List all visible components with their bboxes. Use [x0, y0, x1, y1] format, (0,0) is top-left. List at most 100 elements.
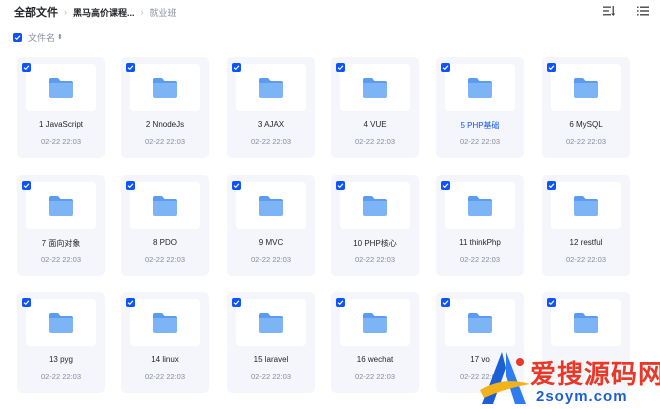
sort-bar: 文件名 ⬍ — [13, 31, 63, 43]
watermark-text-cn: 爱搜源码网 — [530, 359, 660, 389]
folder-thumbnail — [340, 64, 410, 111]
folder-thumbnail — [26, 64, 96, 111]
folder-icon — [363, 195, 387, 216]
folder-card[interactable]: 8 PDO 02-22 22:03 — [121, 175, 209, 276]
folder-modified-time: 02-22 22:03 — [144, 255, 186, 264]
folder-checkbox[interactable] — [22, 181, 31, 190]
folder-card[interactable]: 7 面向对象 02-22 22:03 — [17, 175, 105, 276]
folder-checkbox[interactable] — [547, 181, 556, 190]
folder-thumbnail — [551, 182, 621, 229]
folder-icon — [574, 195, 598, 216]
check-icon — [442, 65, 449, 71]
folder-modified-time: 02-22 22:03 — [459, 255, 501, 264]
folder-card[interactable]: 11 thinkPhp 02-22 22:03 — [436, 175, 524, 276]
folder-checkbox[interactable] — [126, 63, 135, 72]
folder-thumbnail — [340, 299, 410, 346]
folder-checkbox[interactable] — [232, 298, 241, 307]
folder-modified-time: 02-22 22:03 — [40, 255, 82, 264]
check-icon — [548, 65, 555, 71]
select-all-checkbox[interactable] — [13, 32, 22, 42]
folder-modified-time: 02-22 22:03 — [250, 137, 292, 146]
folder-card[interactable]: 1 JavaScript 02-22 22:03 — [17, 57, 105, 158]
folder-modified-time: 02-22 22:03 — [459, 137, 501, 146]
folder-thumbnail — [551, 64, 621, 111]
check-icon — [442, 183, 449, 189]
folder-checkbox[interactable] — [22, 63, 31, 72]
folder-checkbox[interactable] — [547, 298, 556, 307]
check-icon — [23, 65, 30, 71]
folder-card[interactable]: 3 AJAX 02-22 22:03 — [227, 57, 315, 158]
folder-icon — [259, 312, 283, 333]
breadcrumb-root[interactable]: 全部文件 — [14, 4, 58, 20]
folder-icon — [49, 195, 73, 216]
folder-thumbnail — [445, 182, 515, 229]
check-icon — [233, 65, 240, 71]
folder-checkbox[interactable] — [22, 298, 31, 307]
folder-thumbnail — [551, 299, 621, 346]
folder-thumbnail — [130, 182, 200, 229]
folder-modified-time: 02-22 22:03 — [250, 372, 292, 381]
breadcrumb-current: 就业班 — [149, 7, 177, 18]
folder-icon — [49, 312, 73, 333]
folder-modified-time: 02-22 22:03 — [354, 372, 396, 381]
watermark-text-en: 2soym.com — [536, 388, 628, 405]
folder-checkbox[interactable] — [232, 181, 241, 190]
sort-icon[interactable] — [603, 5, 615, 17]
check-icon — [14, 34, 21, 40]
folder-card[interactable]: 2 NnodeJs 02-22 22:03 — [121, 57, 209, 158]
folder-icon — [574, 312, 598, 333]
folder-modified-time: 02-22 22:03 — [565, 255, 607, 264]
folder-name: 1 JavaScript — [38, 120, 84, 129]
check-icon — [337, 65, 344, 71]
folder-checkbox[interactable] — [126, 181, 135, 190]
folder-card[interactable]: 15 laravel 02-22 22:03 — [227, 292, 315, 393]
folder-thumbnail — [236, 299, 306, 346]
folder-thumbnail — [445, 64, 515, 111]
sort-arrow-icon[interactable]: ⬍ — [57, 33, 63, 41]
folder-card[interactable]: 9 MVC 02-22 22:03 — [227, 175, 315, 276]
folder-checkbox[interactable] — [336, 298, 345, 307]
folder-modified-time: 02-22 22:03 — [250, 255, 292, 264]
folder-checkbox[interactable] — [336, 181, 345, 190]
folder-name: 8 PDO — [152, 238, 177, 247]
folder-card[interactable]: 12 restful 02-22 22:03 — [542, 175, 630, 276]
folder-name: 6 MySQL — [569, 120, 603, 129]
folder-card[interactable]: 5 PHP基础 02-22 22:03 — [436, 57, 524, 158]
folder-icon — [574, 77, 598, 98]
breadcrumb-middle[interactable]: 黑马高价课程... — [73, 6, 135, 19]
folder-card[interactable]: 13 pyg 02-22 22:03 — [17, 292, 105, 393]
check-icon — [23, 183, 30, 189]
folder-checkbox[interactable] — [441, 298, 450, 307]
folder-card[interactable]: 16 wechat 02-22 22:03 — [331, 292, 419, 393]
watermark-emblem-icon — [480, 352, 530, 404]
list-view-icon[interactable] — [637, 5, 649, 17]
folder-name: 7 面向对象 — [41, 239, 81, 248]
folder-card[interactable]: 14 linux 02-22 22:03 — [121, 292, 209, 393]
folder-name: 14 linux — [151, 355, 179, 364]
folder-icon — [468, 77, 492, 98]
folder-checkbox[interactable] — [441, 63, 450, 72]
folder-checkbox[interactable] — [547, 63, 556, 72]
folder-card[interactable]: 10 PHP核心 02-22 22:03 — [331, 175, 419, 276]
folder-name: 11 thinkPhp — [459, 238, 501, 247]
folder-thumbnail — [26, 182, 96, 229]
check-icon — [127, 300, 134, 306]
check-icon — [127, 65, 134, 71]
folder-checkbox[interactable] — [441, 181, 450, 190]
folder-checkbox[interactable] — [126, 298, 135, 307]
folder-card[interactable]: 4 VUE 02-22 22:03 — [331, 57, 419, 158]
sort-by-name-label[interactable]: 文件名 — [28, 31, 55, 44]
folder-card[interactable]: 6 MySQL 02-22 22:03 — [542, 57, 630, 158]
folder-thumbnail — [130, 64, 200, 111]
folder-checkbox[interactable] — [336, 63, 345, 72]
folder-name: 9 MVC — [258, 238, 284, 247]
check-icon — [548, 300, 555, 306]
folder-checkbox[interactable] — [232, 63, 241, 72]
folder-modified-time: 02-22 22:03 — [40, 137, 82, 146]
folder-name: 3 AJAX — [257, 120, 285, 129]
breadcrumb-separator: › — [140, 7, 144, 17]
folder-thumbnail — [130, 299, 200, 346]
folder-thumbnail — [445, 299, 515, 346]
folder-thumbnail — [236, 64, 306, 111]
breadcrumb-separator: › — [64, 7, 67, 17]
